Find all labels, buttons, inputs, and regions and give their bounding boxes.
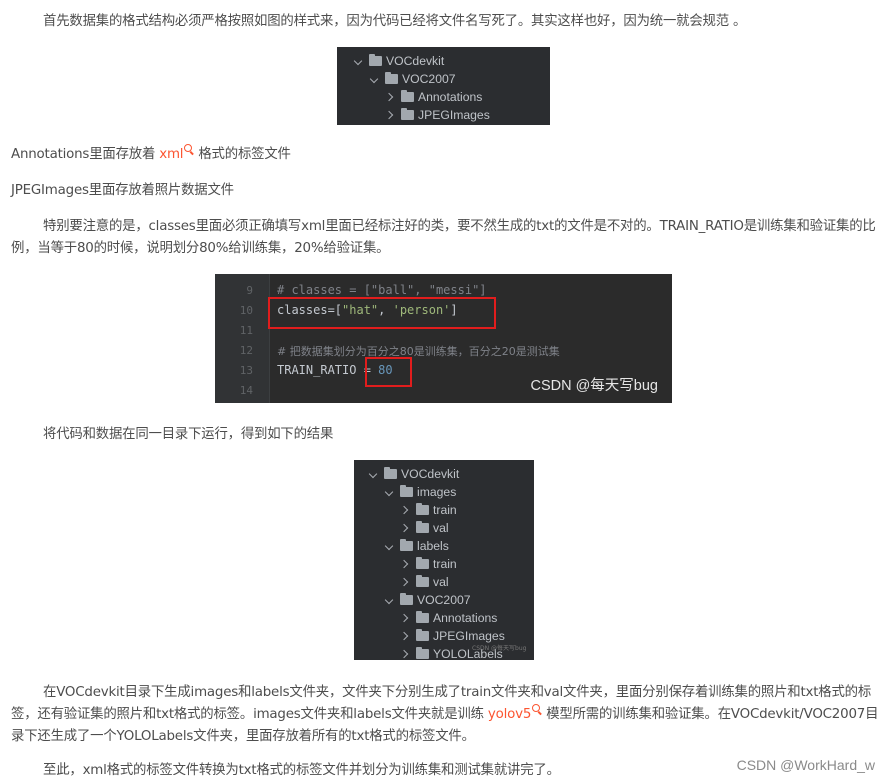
tree-node-label: VOC2007 bbox=[417, 593, 471, 607]
search-icon[interactable] bbox=[532, 704, 542, 714]
tree-node[interactable]: val bbox=[354, 573, 534, 591]
folder-icon bbox=[385, 72, 398, 84]
folder-icon bbox=[384, 467, 397, 479]
folder-icon bbox=[400, 593, 413, 605]
chevron-right-icon[interactable] bbox=[400, 504, 412, 516]
paragraph-annotations: Annotations里面存放着 xml 格式的标签文件 bbox=[11, 144, 879, 166]
folder-icon bbox=[416, 575, 429, 587]
chevron-down-icon[interactable] bbox=[369, 73, 381, 85]
chevron-right-icon[interactable] bbox=[400, 612, 412, 624]
chevron-right-icon[interactable] bbox=[400, 648, 412, 660]
tree-node-label: val bbox=[433, 521, 449, 535]
chevron-down-icon[interactable] bbox=[368, 468, 380, 480]
folder-icon bbox=[416, 521, 429, 533]
chevron-down-icon[interactable] bbox=[384, 594, 396, 606]
chevron-right-icon[interactable] bbox=[385, 109, 397, 121]
paragraph-run-result: 将代码和数据在同一目录下运行，得到如下的结果 bbox=[43, 427, 334, 442]
chevron-down-icon[interactable] bbox=[384, 540, 396, 552]
folder-icon bbox=[416, 557, 429, 569]
tree-node-label: Annotations bbox=[418, 90, 483, 104]
tree-node-label: JPEGImages bbox=[418, 108, 490, 122]
line-number: 10 bbox=[239, 304, 253, 317]
image-watermark: CSDN @每天写bug bbox=[530, 378, 658, 394]
paragraph-intro: 首先数据集的格式结构必须严格按照如图的样式来，因为代码已经将文件名写死了。其实这… bbox=[43, 14, 747, 29]
chevron-down-icon[interactable] bbox=[384, 486, 396, 498]
folder-icon bbox=[416, 503, 429, 515]
folder-icon bbox=[401, 90, 414, 102]
tree-node[interactable]: train bbox=[354, 555, 534, 573]
line-number: 9 bbox=[246, 284, 253, 297]
line-number: 11 bbox=[239, 324, 253, 337]
search-icon[interactable] bbox=[184, 144, 194, 154]
gutter-separator bbox=[269, 274, 270, 403]
code-line-comment-classes: # classes = ["ball", "messi"] bbox=[277, 283, 487, 297]
tree-node-label: Annotations bbox=[433, 611, 498, 625]
folder-icon bbox=[416, 647, 429, 659]
chevron-right-icon[interactable] bbox=[400, 522, 412, 534]
tree-node-label: val bbox=[433, 575, 449, 589]
code-token: TRAIN_RATIO bbox=[277, 363, 357, 377]
page-watermark: CSDN @WorkHard_w bbox=[736, 757, 875, 773]
tree-node[interactable]: train bbox=[354, 501, 534, 519]
chevron-right-icon[interactable] bbox=[400, 576, 412, 588]
code-screenshot: 9 10 11 12 13 14 # classes = ["ball", "m… bbox=[215, 274, 672, 403]
folder-icon bbox=[416, 629, 429, 641]
folder-icon bbox=[400, 485, 413, 497]
tree-node-label: train bbox=[433, 503, 457, 517]
chevron-right-icon[interactable] bbox=[400, 558, 412, 570]
chevron-down-icon[interactable] bbox=[353, 55, 365, 67]
file-tree-voc-generated: VOCdevkit images train val labels train val VOC… bbox=[354, 460, 534, 661]
chevron-right-icon[interactable] bbox=[385, 91, 397, 103]
tree-node[interactable]: VOCdevkit bbox=[354, 465, 534, 483]
tree-node[interactable]: labels bbox=[354, 537, 534, 555]
tree-node[interactable]: VOCdevkit bbox=[337, 52, 550, 70]
highlight-box-ratio bbox=[365, 357, 412, 387]
paragraph-generated-folders: 在VOCdevkit目录下生成images和labels文件夹，文件夹下分别生成… bbox=[11, 682, 879, 748]
folder-icon bbox=[400, 539, 413, 551]
tree-node-label: labels bbox=[417, 539, 449, 553]
tree-node[interactable]: VOC2007 bbox=[354, 591, 534, 609]
yolov5-search-link[interactable]: yolov5 bbox=[488, 707, 531, 722]
tree-node-label: images bbox=[417, 485, 457, 499]
line-number: 14 bbox=[239, 384, 253, 397]
line-number: 13 bbox=[239, 364, 253, 377]
folder-icon bbox=[401, 108, 414, 120]
folder-icon bbox=[416, 611, 429, 623]
tree-node[interactable]: Annotations bbox=[337, 88, 550, 106]
tree-node-label: VOCdevkit bbox=[386, 54, 445, 68]
tree-node-label: train bbox=[433, 557, 457, 571]
paragraph-jpegimages: JPEGImages里面存放着照片数据文件 bbox=[11, 183, 234, 198]
paragraph-text: Annotations里面存放着 bbox=[11, 147, 160, 162]
tree-node[interactable]: JPEGImages bbox=[337, 106, 550, 124]
tree-node[interactable]: Annotations bbox=[354, 609, 534, 627]
tree-node-label: VOCdevkit bbox=[401, 467, 460, 481]
highlight-box-classes bbox=[268, 297, 496, 329]
chevron-right-icon[interactable] bbox=[400, 630, 412, 642]
paragraph-classes-note: 特别要注意的是，classes里面必须正确填写xml里面已经标注好的类，要不然生… bbox=[11, 219, 876, 256]
xml-search-link[interactable]: xml bbox=[159, 147, 183, 162]
tiny-watermark: CSDN @每天写bug bbox=[472, 645, 527, 652]
paragraph-text: 格式的标签文件 bbox=[194, 147, 291, 162]
tree-node-label: VOC2007 bbox=[402, 72, 456, 86]
folder-icon bbox=[369, 54, 382, 66]
tree-node[interactable]: VOC2007 bbox=[337, 70, 550, 88]
line-number: 12 bbox=[239, 344, 253, 357]
file-tree-voc-original: VOCdevkit VOC2007 Annotations JPEGImages bbox=[337, 47, 550, 125]
tree-node[interactable]: images bbox=[354, 483, 534, 501]
tree-node[interactable]: val bbox=[354, 519, 534, 537]
code-line-comment-ratio: # 把数据集划分为百分之80是训练集，百分之20是测试集 bbox=[277, 345, 560, 358]
